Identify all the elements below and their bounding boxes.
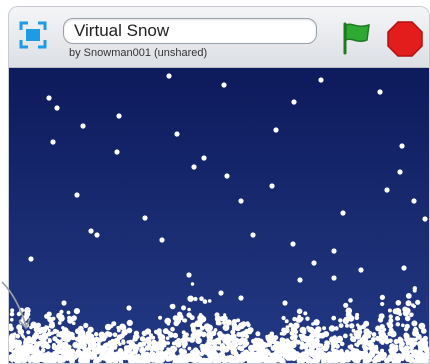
green-flag-button[interactable]: [339, 21, 373, 55]
fullscreen-icon: [19, 21, 47, 49]
green-flag-icon: [343, 22, 370, 55]
project-byline: by Snowman001 (unshared): [69, 47, 208, 59]
stage[interactable]: [9, 68, 429, 363]
fullscreen-button[interactable]: [19, 21, 47, 49]
stop-button[interactable]: [387, 21, 423, 57]
project-player: Virtual Snow by Snowman001 (unshared): [8, 6, 430, 364]
project-title: Virtual Snow: [74, 21, 170, 40]
player-toolbar: Virtual Snow by Snowman001 (unshared): [9, 7, 429, 68]
annotation-arrow: [1, 281, 31, 330]
stop-sign-icon: [387, 21, 423, 57]
snow-scene: [9, 73, 429, 363]
project-title-field[interactable]: Virtual Snow: [63, 18, 317, 44]
falling-snowflakes: [28, 73, 428, 311]
